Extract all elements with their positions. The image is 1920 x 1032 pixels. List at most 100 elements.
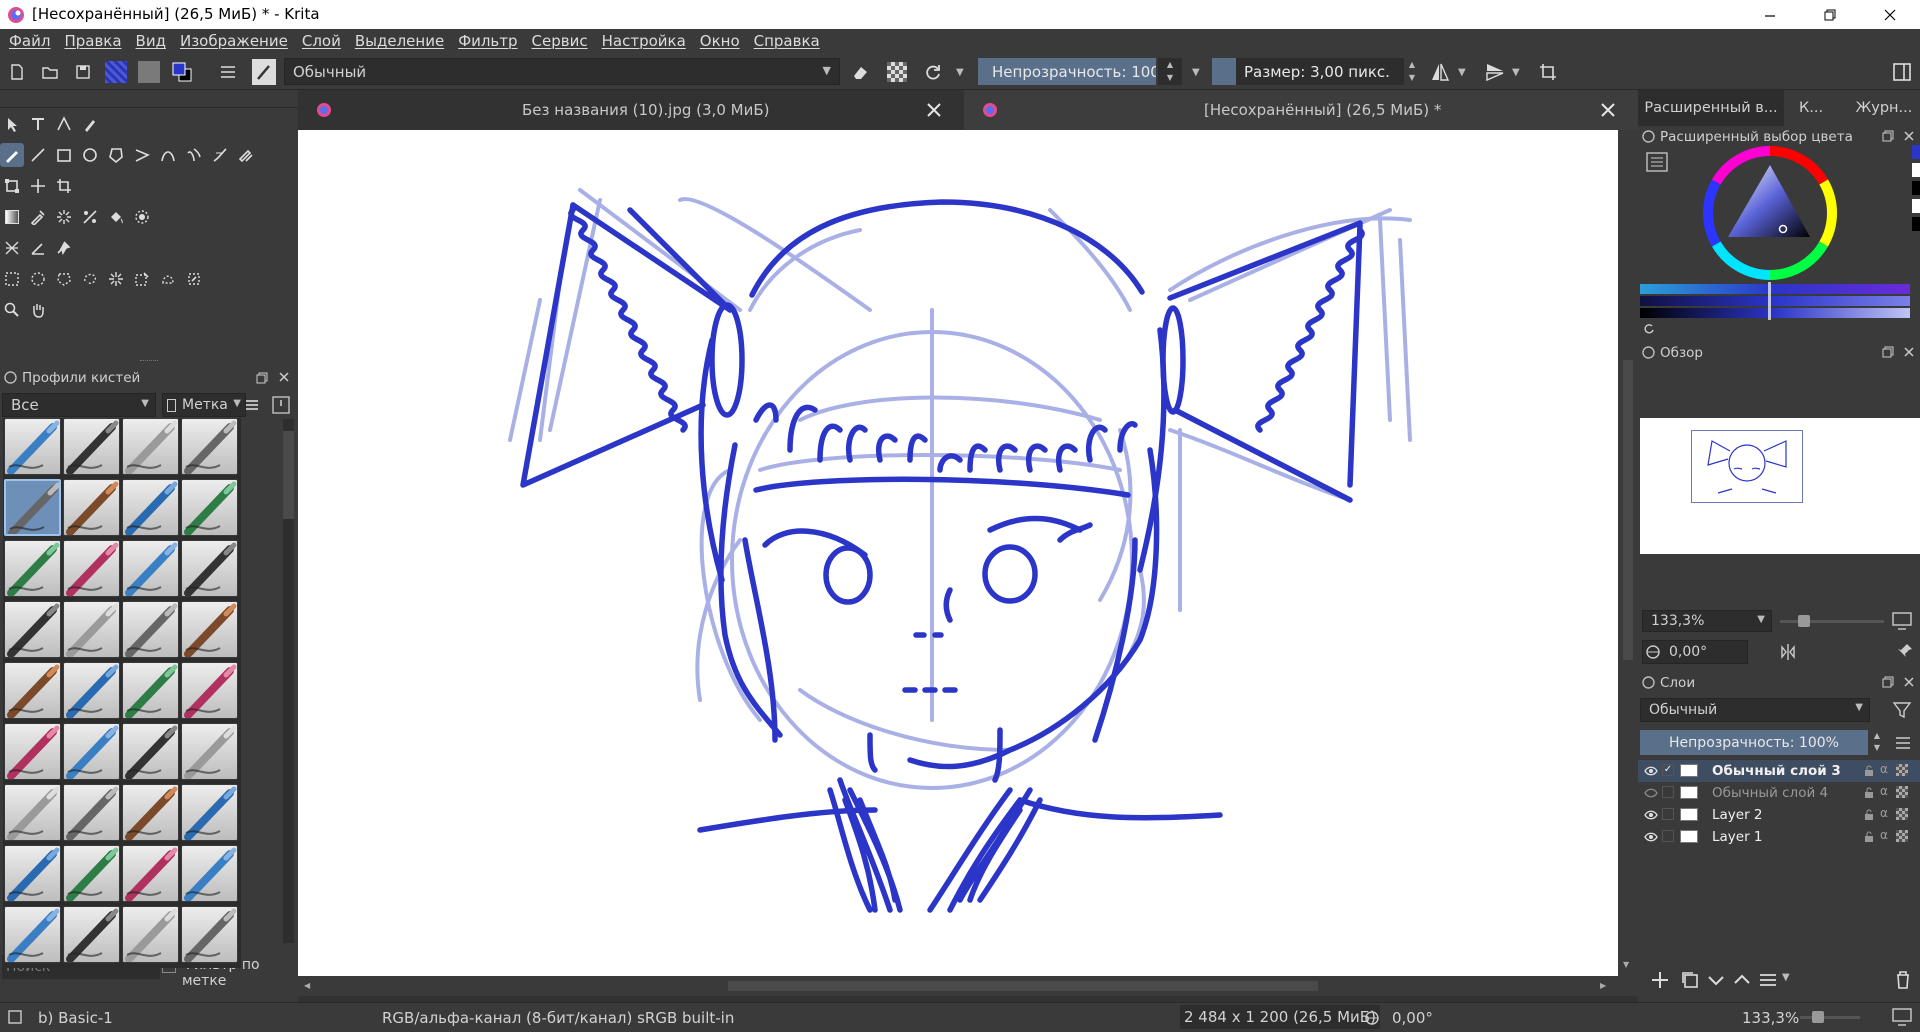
tab-document-1[interactable]: Без названия (10).jpg (3,0 МиБ) (298, 90, 962, 130)
close-dock-icon[interactable] (278, 371, 290, 383)
slider-marker[interactable] (1768, 282, 1771, 320)
brush-preset-selected[interactable] (4, 479, 61, 536)
add-layer-icon[interactable] (1650, 970, 1670, 990)
brush-preset[interactable] (63, 540, 120, 597)
brush-preset[interactable] (181, 601, 238, 658)
layer-opacity-spin-icon[interactable]: ▲ ▼ (1870, 730, 1884, 755)
inherit-alpha-icon[interactable] (1896, 808, 1908, 820)
layer-blend-dropdown[interactable]: Обычный ▼ (1640, 698, 1870, 722)
bezier-select-icon[interactable] (156, 267, 180, 291)
eye-icon[interactable] (1644, 831, 1658, 843)
lock-icon[interactable] (1864, 765, 1874, 777)
eye-icon[interactable] (1644, 765, 1658, 777)
brush-preset[interactable] (4, 845, 61, 902)
calligraphy-icon[interactable] (78, 112, 102, 136)
fit-view-icon[interactable] (1892, 612, 1912, 630)
brush-preset[interactable] (181, 906, 238, 963)
workspace-icon[interactable] (1890, 60, 1914, 84)
brush-preset-icon[interactable] (252, 59, 276, 85)
brush-preset[interactable] (122, 601, 179, 658)
close-icon[interactable] (1862, 0, 1918, 29)
close-dock-icon[interactable] (1903, 130, 1915, 142)
menu-tools[interactable]: Сервис (525, 32, 595, 50)
brush-preset[interactable] (122, 723, 179, 780)
float-dock-icon[interactable] (1882, 130, 1894, 142)
size-slider[interactable]: Размер: 3,00 пикс. (1212, 58, 1404, 85)
layer-name[interactable]: Layer 1 (1712, 829, 1763, 845)
scroll-down-icon[interactable]: ▼ (1623, 960, 1629, 969)
freehand-brush-icon[interactable] (0, 143, 24, 167)
reset-color-icon[interactable] (1642, 322, 1654, 334)
canvas-vertical-scrollbar[interactable]: ▼ (1618, 130, 1638, 976)
view-mode-icon[interactable] (271, 395, 291, 415)
pin-icon[interactable] (1896, 642, 1914, 660)
value-slider[interactable] (1640, 308, 1910, 318)
smart-patch-icon[interactable] (52, 205, 76, 229)
open-document-icon[interactable] (38, 60, 62, 84)
menu-edit[interactable]: Правка (57, 32, 128, 50)
canvas-horizontal-scrollbar[interactable]: ◀ ▶ (298, 976, 1638, 996)
brush-preset[interactable] (63, 845, 120, 902)
list-view-icon[interactable] (244, 397, 260, 413)
ellipse-select-icon[interactable] (26, 267, 50, 291)
saturation-slider[interactable] (1640, 296, 1910, 306)
brush-preset[interactable] (63, 784, 120, 841)
layer-row[interactable]: Layer 1 α (1638, 826, 1920, 848)
layer-name[interactable]: Layer 2 (1712, 807, 1763, 823)
menu-help[interactable]: Справка (747, 32, 827, 50)
status-zoom-slider[interactable] (1800, 1011, 1860, 1023)
eraser-mode-icon[interactable] (849, 60, 873, 84)
pattern-swatch-icon[interactable] (137, 60, 161, 84)
preserve-alpha-icon[interactable] (885, 60, 909, 84)
menu-image[interactable]: Изображение (173, 32, 295, 50)
layer-row[interactable]: Обычный слой 4 α (1638, 782, 1920, 804)
layer-name[interactable]: Обычный слой 3 (1712, 763, 1841, 779)
color-picker-icon[interactable] (26, 205, 50, 229)
alpha-lock-icon[interactable]: α (1880, 828, 1888, 842)
line-tool-icon[interactable] (26, 143, 50, 167)
scroll-right-icon[interactable]: ▶ (1600, 981, 1606, 990)
mirror-vertical-icon[interactable] (1483, 60, 1507, 84)
preset-scrollbar[interactable] (283, 419, 294, 943)
fill-tool-icon[interactable] (104, 205, 128, 229)
brush-preset[interactable] (63, 601, 120, 658)
tag-button[interactable]: Метка ▼ (162, 393, 246, 417)
float-dock-icon[interactable] (1882, 346, 1894, 358)
magnetic-select-icon[interactable] (182, 267, 206, 291)
alpha-lock-icon[interactable]: α (1880, 784, 1888, 798)
chevron-down-icon[interactable]: ▼ (956, 67, 964, 78)
layer-row[interactable]: ✓ Обычный слой 3 α (1638, 760, 1920, 782)
move-layer-down-icon[interactable] (1706, 970, 1726, 990)
float-dock-icon[interactable] (1882, 676, 1894, 688)
hue-ring-triangle[interactable] (1700, 143, 1840, 283)
dynamic-brush-icon[interactable] (208, 143, 232, 167)
rectangle-tool-icon[interactable] (52, 143, 76, 167)
brush-preset[interactable] (122, 784, 179, 841)
brush-preset[interactable] (122, 540, 179, 597)
reference-image-icon[interactable] (52, 236, 76, 260)
fg-bg-color-icon[interactable] (170, 60, 194, 84)
freehand-path-icon[interactable] (182, 143, 206, 167)
lock-icon[interactable] (1864, 831, 1874, 843)
crop-tool-icon[interactable] (52, 174, 76, 198)
menu-window[interactable]: Окно (693, 32, 747, 50)
gradient-swatch-icon[interactable] (104, 60, 128, 84)
menu-filter[interactable]: Фильтр (451, 32, 524, 50)
duplicate-layer-icon[interactable] (1680, 970, 1700, 990)
tab-color-k[interactable]: К... (1784, 90, 1838, 126)
alpha-lock-icon[interactable]: α (1880, 806, 1888, 820)
brush-preset[interactable] (63, 723, 120, 780)
brush-preset[interactable] (4, 540, 61, 597)
brush-preset[interactable] (4, 906, 61, 963)
chevron-down-icon[interactable]: ▼ (1782, 972, 1790, 983)
chevron-down-icon[interactable]: ▼ (1192, 67, 1200, 78)
zoom-tool-icon[interactable] (0, 298, 24, 322)
brush-preset[interactable] (181, 723, 238, 780)
freehand-select-icon[interactable] (78, 267, 102, 291)
tab-advanced-color[interactable]: Расширенный в... (1638, 90, 1784, 126)
brush-preset[interactable] (181, 784, 238, 841)
measure-tool-icon[interactable] (26, 236, 50, 260)
layer-select-checkbox[interactable] (1662, 808, 1674, 820)
brush-settings-icon[interactable] (216, 60, 240, 84)
new-document-icon[interactable] (5, 60, 29, 84)
